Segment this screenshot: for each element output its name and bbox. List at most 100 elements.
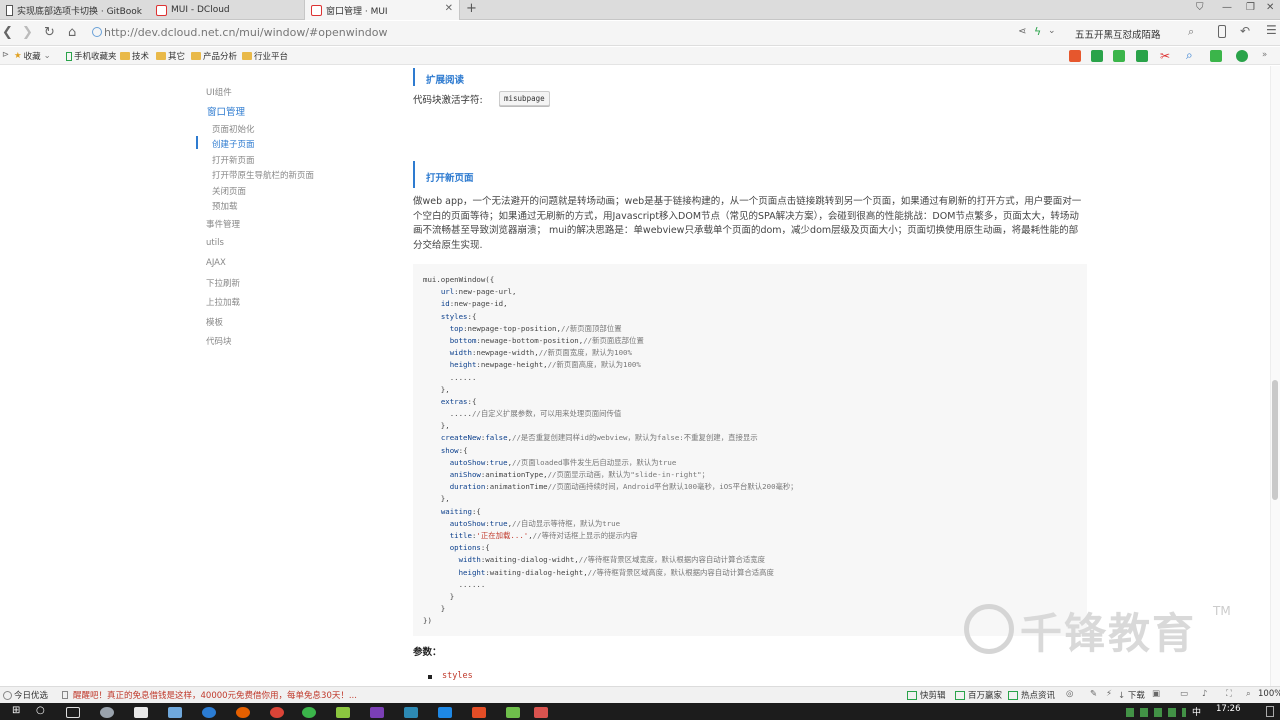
speed-icon[interactable]: ⚡ [1106,689,1112,699]
nav-preload[interactable]: 预加载 [212,200,238,212]
tab-window-management[interactable]: 窗口管理 · MUI ✕ [304,0,460,20]
status-download[interactable]: ↓ 下载 [1118,689,1145,701]
close-window-icon[interactable]: ✕ [1266,2,1274,13]
status-left-label[interactable]: 今日优选 [14,689,48,701]
minimize-icon[interactable]: — [1222,2,1232,13]
nav-close-page[interactable]: 关闭页面 [212,185,246,197]
bookmarks-bar: ⊳ ★ 收藏 ⌄ 手机收藏夹 技术 其它 产品分析 行业平台 ✂ ⌕ » [0,47,1280,65]
shirt-icon[interactable]: ⛉ [1196,2,1204,13]
bookmark-product-analysis[interactable]: 产品分析 [191,50,237,62]
status-hot-news[interactable]: 热点资讯 [1021,689,1055,701]
code-line: } [423,591,455,601]
qq-icon[interactable] [438,707,452,718]
ticker-text[interactable]: 醒醒吧！真正的免息借钱是这样，40000元免费借你用，每单免息30天！... [73,689,357,701]
nav-window-management[interactable]: 窗口管理 [207,104,245,118]
editor-icon[interactable] [336,707,350,718]
restore-icon[interactable]: ❐ [1246,2,1255,13]
phone-icon [66,51,72,61]
watermark-tm: TM [1213,604,1231,618]
search-icon[interactable]: ⌕ [1186,48,1198,62]
search-input[interactable]: 五五开黑互怼成陌路 [1070,24,1202,43]
edge-icon[interactable] [202,707,216,718]
tab-bar: 实现底部选项卡切换 · GitBook MUI - DCloud 窗口管理 · … [0,0,1280,20]
game-icon[interactable] [1210,50,1222,62]
nav-open-page[interactable]: 打开新页面 [212,154,255,166]
security-icon[interactable] [1236,50,1248,62]
nav-page-init[interactable]: 页面初始化 [212,123,255,135]
back-icon[interactable]: ❮ [2,25,13,40]
sidebar-toggle-icon[interactable]: ⊳ [2,50,9,60]
extension-icon[interactable] [1069,50,1081,62]
shield-icon[interactable] [1091,50,1103,62]
more-icon[interactable]: » [1262,50,1267,60]
menu-icon[interactable]: ☰ [1266,23,1277,37]
ime-icon[interactable]: 中 [1192,705,1201,718]
scrollbar-track[interactable] [1270,66,1280,686]
watermark-text: 千锋教育 [1020,609,1197,658]
chevron-down-icon[interactable]: ⌄ [1048,26,1056,36]
nav-events[interactable]: 事件管理 [206,218,240,230]
audio-icon[interactable]: ♪ [1202,689,1207,699]
undo-icon[interactable]: ↶ [1240,24,1250,38]
cut-icon[interactable]: ✂ [1160,49,1172,63]
folder-icon [120,52,130,60]
tools-icon[interactable]: ✎ [1090,689,1097,699]
recorder-icon[interactable] [534,707,548,718]
site-info-icon[interactable] [92,27,102,37]
nav-pull-refresh[interactable]: 下拉刷新 [206,277,240,289]
image-icon[interactable]: ▣ [1152,689,1160,699]
clock[interactable]: 17:26 [1216,704,1241,714]
bookmark-industry[interactable]: 行业平台 [242,50,288,62]
windows-start-icon[interactable]: ⊞ [12,705,20,716]
tablet-icon[interactable]: ▭ [1180,689,1188,699]
settings-app-icon[interactable] [100,707,114,718]
scrollbar-thumb[interactable] [1272,380,1278,500]
fullscreen-icon[interactable]: ⛶ [1226,689,1232,699]
search-icon[interactable]: ○ [36,705,45,716]
chrome-icon[interactable] [270,707,284,718]
home-icon[interactable]: ⌂ [68,25,76,40]
reload-icon[interactable]: ↻ [44,25,55,40]
mobile-icon[interactable] [1218,25,1226,38]
hbuilder-icon[interactable] [472,707,486,718]
forward-icon[interactable]: ❯ [22,25,33,40]
translate-icon[interactable] [1136,50,1148,62]
share-icon[interactable]: ⋖ [1018,26,1026,37]
notes-icon[interactable] [506,707,520,718]
tab-dcloud[interactable]: MUI - DCloud [150,0,300,20]
section-heading-extended-reading: 扩展阅读 [426,75,465,86]
store-icon[interactable] [134,707,148,718]
nav-open-page-native-bar[interactable]: 打开带原生导航栏的新页面 [212,169,314,181]
bookmark-tech[interactable]: 技术 [120,50,149,62]
status-million-winner[interactable]: 百万赢家 [968,689,1002,701]
zoom-level[interactable]: 100% [1258,689,1280,699]
nav-code-block[interactable]: 代码块 [206,335,232,347]
terminal-icon[interactable] [404,707,418,718]
nav-ui-components[interactable]: UI组件 [206,86,232,98]
tray-icons[interactable] [1126,708,1186,717]
360-browser-icon[interactable] [302,707,316,718]
nav-create-subpage[interactable]: 创建子页面 [212,138,255,150]
nav-utils[interactable]: utils [206,238,224,248]
reader-icon[interactable] [1113,50,1125,62]
task-view-icon[interactable] [66,707,80,718]
nav-pull-up-load[interactable]: 上拉加载 [206,296,240,308]
bookmark-other[interactable]: 其它 [156,50,185,62]
bookmark-favorites[interactable]: ★ 收藏 ⌄ [14,50,51,62]
close-tab-icon[interactable]: ✕ [445,3,453,14]
lightning-icon[interactable]: ϟ [1034,25,1041,38]
bookmark-mobile[interactable]: 手机收藏夹 [66,50,117,62]
search-icon[interactable]: ⌕ [1188,25,1194,39]
code-line: mui.openWindow({ [423,275,495,284]
tab-gitbook[interactable]: 实现底部选项卡切换 · GitBook [0,0,148,20]
nav-template[interactable]: 模板 [206,316,223,328]
nav-ajax[interactable]: AJAX [206,258,226,268]
globe-icon[interactable]: ◎ [1066,689,1073,699]
ps-icon[interactable] [370,707,384,718]
notification-icon[interactable] [1266,706,1274,717]
status-quick-edit[interactable]: 快剪辑 [920,689,946,701]
new-tab-button[interactable]: + [466,1,477,16]
url-field[interactable]: http://dev.dcloud.net.cn/mui/window/#ope… [104,26,387,39]
explorer-icon[interactable] [168,707,182,718]
firefox-icon[interactable] [236,707,250,718]
